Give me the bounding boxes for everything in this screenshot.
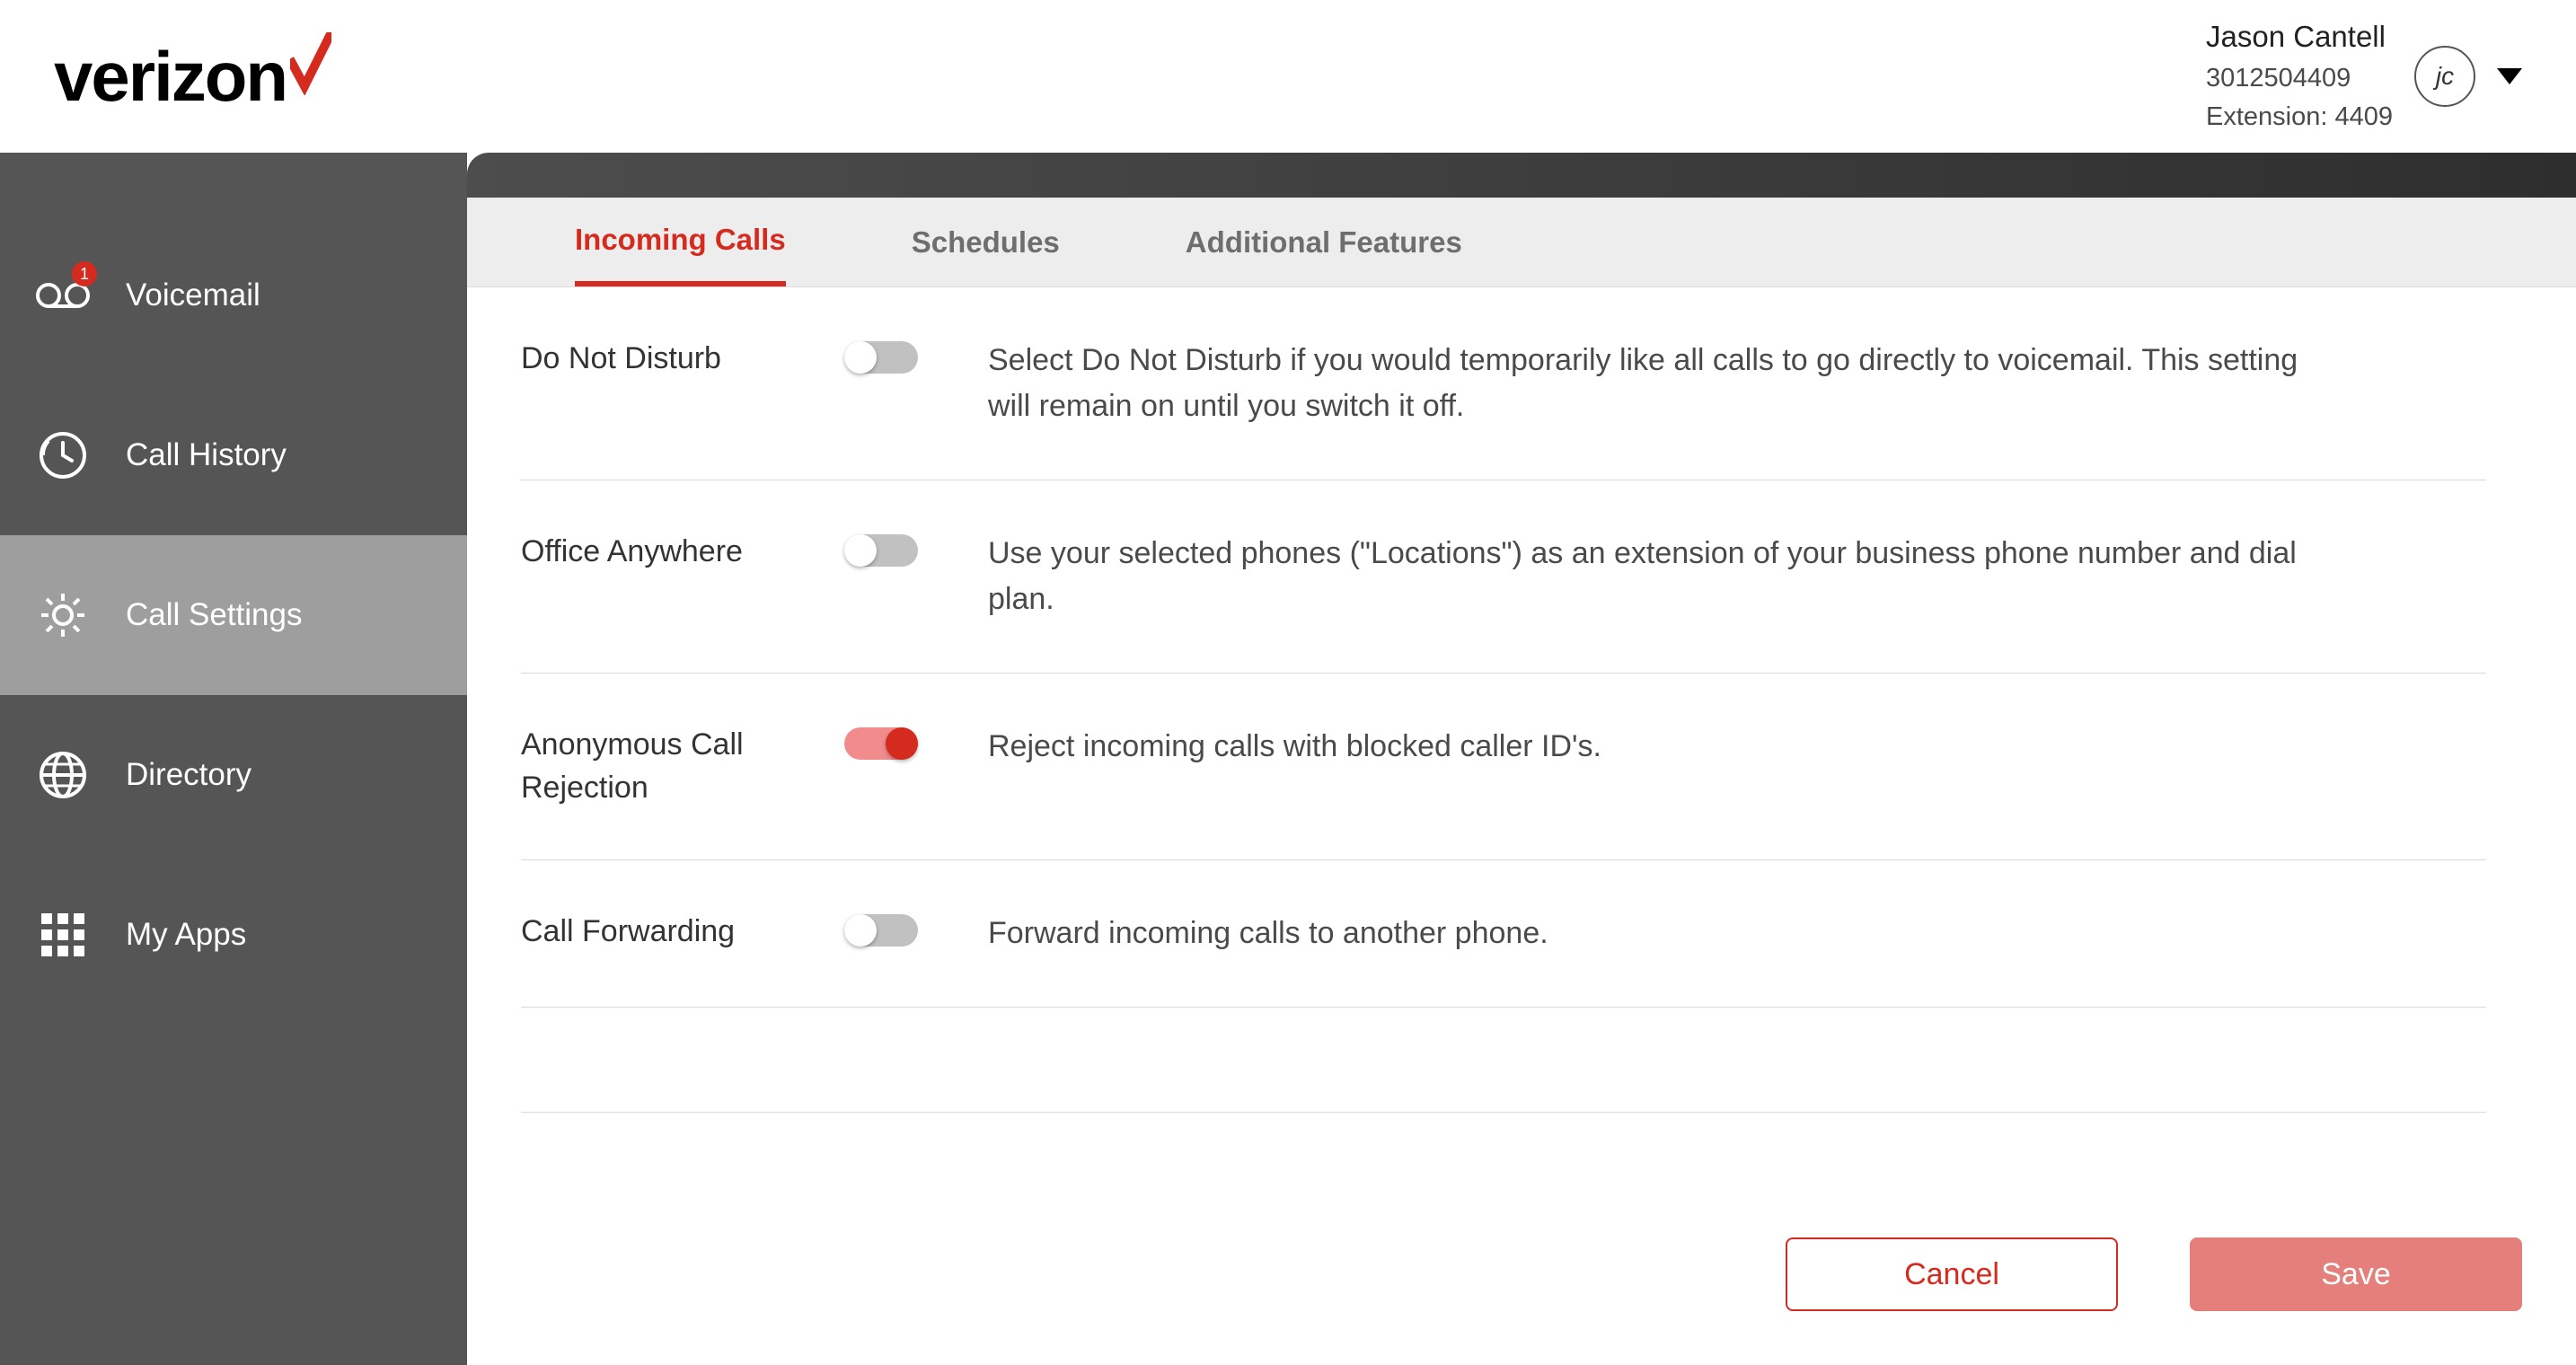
tab-label: Schedules (912, 225, 1060, 260)
settings-tabs: Incoming Calls Schedules Additional Feat… (467, 198, 2576, 287)
cancel-button[interactable]: Cancel (1786, 1237, 2118, 1311)
sidebar-item-my-apps[interactable]: My Apps (0, 855, 467, 1015)
apps-icon (36, 908, 90, 962)
setting-label: Do Not Disturb (521, 338, 808, 429)
toggle-do-not-disturb[interactable] (844, 341, 918, 374)
user-phone: 3012504409 (2206, 62, 2393, 96)
header-strip (467, 153, 2576, 198)
brand-text: verizon (54, 36, 287, 118)
setting-desc: Reject incoming calls with blocked calle… (988, 724, 1601, 809)
sidebar-item-label: Call History (126, 437, 287, 473)
sidebar-item-call-history[interactable]: Call History (0, 375, 467, 535)
setting-label: Office Anywhere (521, 531, 808, 622)
setting-desc: Use your selected phones ("Locations") a… (988, 531, 2335, 622)
button-label: Cancel (1904, 1257, 1999, 1292)
avatar-initials: jc (2436, 62, 2454, 91)
tab-additional-features[interactable]: Additional Features (1186, 198, 1462, 286)
user-info: Jason Cantell 3012504409 Extension: 4409 (2206, 18, 2393, 135)
setting-call-forwarding: Call Forwarding Forward incoming calls t… (521, 860, 2486, 1008)
history-icon (36, 428, 90, 482)
sidebar-item-label: My Apps (126, 917, 246, 953)
setting-desc: Select Do Not Disturb if you would tempo… (988, 338, 2335, 429)
toggle-call-forwarding[interactable] (844, 914, 918, 947)
footer-actions: Cancel Save (467, 1202, 2576, 1365)
brand-logo: verizon (54, 36, 331, 118)
user-name: Jason Cantell (2206, 18, 2393, 57)
setting-desc: Forward incoming calls to another phone. (988, 911, 1548, 956)
setting-label (521, 1058, 808, 1061)
setting-label: Call Forwarding (521, 911, 808, 956)
toggle-office-anywhere[interactable] (844, 534, 918, 567)
setting-do-not-disturb: Do Not Disturb Select Do Not Disturb if … (521, 287, 2486, 480)
setting-label: Anonymous Call Rejection (521, 724, 808, 809)
main-content: Incoming Calls Schedules Additional Feat… (467, 153, 2576, 1365)
toggle-anonymous-call-rejection[interactable] (844, 727, 918, 760)
gear-icon (36, 588, 90, 642)
sidebar-item-label: Voicemail (126, 277, 260, 313)
verizon-check-icon (290, 32, 331, 95)
avatar: jc (2414, 46, 2475, 107)
app-header: verizon Jason Cantell 3012504409 Extensi… (0, 0, 2576, 153)
sidebar-item-directory[interactable]: Directory (0, 695, 467, 855)
setting-row-partial (521, 1008, 2486, 1113)
button-label: Save (2321, 1257, 2391, 1292)
voicemail-badge: 1 (72, 261, 97, 286)
tab-incoming-calls[interactable]: Incoming Calls (575, 198, 786, 286)
chevron-down-icon[interactable] (2497, 68, 2522, 84)
sidebar-item-voicemail[interactable]: 1 Voicemail (0, 216, 467, 375)
sidebar-item-label: Directory (126, 757, 251, 793)
setting-anonymous-call-rejection: Anonymous Call Rejection Reject incoming… (521, 674, 2486, 860)
settings-list[interactable]: Do Not Disturb Select Do Not Disturb if … (467, 287, 2576, 1202)
user-extension: Extension: 4409 (2206, 101, 2393, 135)
sidebar: 1 Voicemail Call History (0, 153, 467, 1365)
globe-icon (36, 748, 90, 802)
tab-label: Incoming Calls (575, 223, 786, 257)
voicemail-icon: 1 (36, 269, 90, 322)
setting-office-anywhere: Office Anywhere Use your selected phones… (521, 480, 2486, 674)
user-menu[interactable]: Jason Cantell 3012504409 Extension: 4409… (2206, 18, 2522, 135)
sidebar-item-call-settings[interactable]: Call Settings (0, 535, 467, 695)
tab-label: Additional Features (1186, 225, 1462, 260)
tab-schedules[interactable]: Schedules (912, 198, 1060, 286)
save-button[interactable]: Save (2190, 1237, 2522, 1311)
sidebar-item-label: Call Settings (126, 597, 302, 633)
